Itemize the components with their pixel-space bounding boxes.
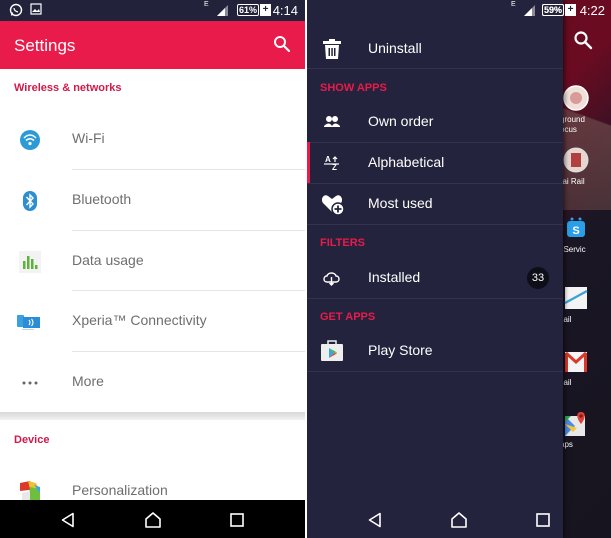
settings-item-label: Bluetooth bbox=[72, 191, 132, 207]
app-icon bbox=[563, 147, 589, 173]
gmail-icon bbox=[564, 351, 588, 372]
count-badge: 33 bbox=[527, 267, 549, 289]
maps-icon bbox=[565, 412, 585, 436]
signal-icon bbox=[217, 5, 228, 16]
navigation-bar bbox=[307, 500, 563, 538]
status-time: 4:14 bbox=[272, 3, 298, 18]
screenshot-pair: E 61% + 4:14 Settings Wireless & network… bbox=[0, 0, 611, 538]
settings-item-xperia-connectivity[interactable]: Xperia™ Connectivity bbox=[0, 291, 305, 352]
settings-item-label: Wi-Fi bbox=[72, 130, 105, 146]
section-header-wireless: Wireless & networks bbox=[14, 82, 122, 94]
wifi-icon bbox=[20, 130, 40, 150]
network-type: E bbox=[204, 1, 209, 8]
section-header-show-apps: SHOW APPS bbox=[320, 82, 387, 94]
drawer-item-label: Own order bbox=[368, 113, 434, 129]
section-header-get-apps: GET APPS bbox=[320, 311, 376, 323]
battery-percent: 61% bbox=[237, 4, 260, 16]
card-separator bbox=[0, 412, 305, 420]
trash-icon bbox=[323, 39, 341, 59]
drawer-item-installed[interactable]: Installed 33 bbox=[307, 257, 563, 298]
network-type: E bbox=[511, 1, 516, 8]
divider bbox=[307, 224, 563, 225]
alphabetical-sort-icon: A Z bbox=[324, 155, 339, 172]
search-icon[interactable] bbox=[273, 35, 291, 53]
battery-percent: 59% bbox=[542, 4, 565, 16]
navigation-drawer: E 59% Uninstall SHOW APPS Own order A Z … bbox=[307, 0, 565, 538]
app-label: ground ocus bbox=[560, 115, 585, 134]
image-icon bbox=[30, 3, 42, 15]
svg-text:S: S bbox=[572, 225, 579, 237]
app-bar: Settings bbox=[0, 21, 305, 69]
battery-charging-icon: + bbox=[565, 4, 576, 16]
settings-item-label: Data usage bbox=[72, 252, 144, 268]
cloud-download-icon bbox=[323, 272, 340, 286]
app-label: eService bbox=[559, 245, 586, 264]
back-icon[interactable] bbox=[367, 512, 383, 528]
android-app-icon: S bbox=[567, 217, 585, 237]
data-usage-icon bbox=[19, 251, 41, 273]
home-app-gmail[interactable]: nail bbox=[557, 348, 611, 408]
drawer-item-label: Alphabetical bbox=[368, 154, 445, 170]
drawer-item-label: Installed bbox=[368, 269, 421, 285]
xperia-connectivity-icon bbox=[17, 315, 40, 330]
launcher-screen: groundocus nai Rail S eService nail bbox=[307, 0, 611, 538]
device-card: Device Personalization bbox=[0, 420, 305, 500]
home-app-playground[interactable]: ground ocus bbox=[557, 85, 611, 145]
section-header-filters: FILTERS bbox=[320, 237, 366, 249]
home-icon[interactable] bbox=[450, 511, 468, 529]
home-app-email[interactable]: nail bbox=[557, 285, 611, 345]
home-icon[interactable] bbox=[144, 511, 162, 529]
drawer-item-label: Most used bbox=[368, 195, 433, 211]
drawer-item-label: Play Store bbox=[368, 342, 433, 358]
section-header-device: Device bbox=[14, 434, 50, 446]
recents-icon[interactable] bbox=[230, 513, 244, 527]
signal-icon bbox=[524, 5, 535, 16]
settings-screen: E 61% + 4:14 Settings Wireless & network… bbox=[0, 0, 305, 538]
drawer-item-play-store[interactable]: Play Store bbox=[307, 330, 563, 371]
back-icon[interactable] bbox=[60, 512, 76, 528]
home-app-rail[interactable]: nai Rail bbox=[557, 147, 611, 207]
recents-icon[interactable] bbox=[536, 513, 550, 527]
drawer-item-alphabetical[interactable]: A Z Alphabetical bbox=[307, 142, 563, 183]
settings-item-bluetooth[interactable]: Bluetooth bbox=[0, 170, 305, 231]
settings-item-data-usage[interactable]: Data usage bbox=[0, 231, 305, 292]
app-icon bbox=[563, 85, 589, 111]
drawer-item-uninstall[interactable]: Uninstall bbox=[307, 28, 563, 69]
play-store-icon bbox=[321, 340, 343, 361]
home-app-maps[interactable]: aps bbox=[557, 410, 611, 470]
divider bbox=[307, 371, 563, 372]
bluetooth-icon bbox=[23, 191, 37, 211]
settings-item-label: Xperia™ Connectivity bbox=[72, 312, 207, 328]
settings-item-personalization[interactable]: Personalization bbox=[0, 470, 305, 500]
wireless-networks-card: Wireless & networks Wi-Fi Bluetooth Data… bbox=[0, 69, 305, 412]
status-time: 4:22 bbox=[579, 3, 605, 18]
search-icon[interactable] bbox=[573, 30, 593, 50]
personalization-icon bbox=[20, 481, 40, 500]
page-title: Settings bbox=[14, 36, 76, 55]
settings-item-label: More bbox=[72, 373, 104, 389]
settings-item-more[interactable]: More bbox=[0, 352, 305, 413]
email-app-icon bbox=[564, 287, 588, 309]
drawer-item-label: Uninstall bbox=[368, 40, 422, 56]
drawer-item-most-used[interactable]: Most used bbox=[307, 183, 563, 224]
divider bbox=[307, 298, 563, 299]
svg-text:A: A bbox=[325, 155, 331, 164]
own-order-icon bbox=[324, 116, 340, 127]
whatsapp-icon bbox=[9, 3, 23, 17]
navigation-bar bbox=[0, 500, 305, 538]
drawer-item-own-order[interactable]: Own order bbox=[307, 101, 563, 142]
divider bbox=[307, 68, 563, 69]
status-bar: E 61% + 4:14 bbox=[0, 0, 305, 21]
more-dots-icon bbox=[22, 381, 38, 385]
settings-item-label: Personalization bbox=[72, 482, 168, 498]
settings-item-wifi[interactable]: Wi-Fi bbox=[0, 109, 305, 170]
battery-charging-icon: + bbox=[260, 4, 271, 16]
home-app-service[interactable]: S eService bbox=[557, 215, 611, 275]
heart-plus-icon bbox=[321, 195, 345, 216]
